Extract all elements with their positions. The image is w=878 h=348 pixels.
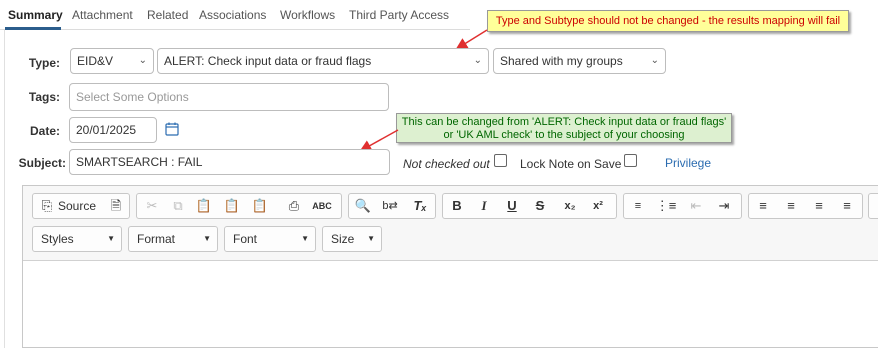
- paste-text-icon[interactable]: 📋: [221, 196, 243, 216]
- tags-label: Tags:: [28, 90, 60, 104]
- date-input[interactable]: 20/01/2025: [69, 117, 157, 143]
- subscript-icon[interactable]: x₂: [559, 196, 581, 216]
- indent-icon[interactable]: ⇥: [713, 196, 735, 216]
- styles-dropdown[interactable]: Styles ▼: [32, 226, 122, 252]
- justify-icon[interactable]: ≡: [836, 196, 858, 216]
- toolbar-group-lists: ≡ ⋮≡ ⇤ ⇥: [623, 193, 742, 219]
- not-checked-out-checkbox[interactable]: [494, 154, 507, 167]
- editor-toolbar: ⎘ Source 🗎 ✂ ⧉ 📋 📋 📋 ⎙ ABC 🔍 b⇄ Tₓ B I U…: [23, 186, 878, 261]
- chevron-down-icon: ⌄: [138, 55, 147, 66]
- bold-icon[interactable]: B: [446, 196, 468, 216]
- superscript-icon[interactable]: x²: [587, 196, 609, 216]
- subtype-select-value: ALERT: Check input data or fraud flags: [164, 54, 372, 68]
- tags-input[interactable]: Select Some Options: [69, 83, 389, 111]
- numbered-list-icon[interactable]: ≡: [627, 196, 649, 216]
- chevron-down-icon: ⌄: [650, 55, 659, 66]
- size-dropdown[interactable]: Size ▼: [322, 226, 382, 252]
- styles-dropdown-label: Styles: [41, 232, 74, 246]
- subject-input[interactable]: SMARTSEARCH : FAIL: [69, 149, 390, 175]
- remove-format-icon[interactable]: Tₓ: [409, 196, 431, 216]
- caret-down-icon: ▼: [107, 234, 115, 243]
- toolbar-group-clipboard: ✂ ⧉ 📋 📋 📋 ⎙ ABC: [136, 193, 342, 219]
- source-button[interactable]: Source: [58, 199, 96, 213]
- caret-down-icon: ▼: [367, 234, 375, 243]
- editor-content-area[interactable]: [23, 262, 878, 348]
- tags-placeholder: Select Some Options: [76, 90, 189, 104]
- subject-label: Subject:: [18, 156, 66, 170]
- subject-input-value: SMARTSEARCH : FAIL: [76, 155, 203, 169]
- replace-icon[interactable]: b⇄: [379, 196, 401, 216]
- source-icon: ⎘: [41, 198, 53, 213]
- type-select[interactable]: EID&V ⌄: [70, 48, 154, 74]
- format-dropdown-label: Format: [137, 232, 176, 246]
- find-icon[interactable]: 🔍: [352, 196, 374, 216]
- lock-note-checkbox[interactable]: [624, 154, 637, 167]
- underline-icon[interactable]: U: [501, 196, 523, 216]
- sharing-select-value: Shared with my groups: [500, 54, 623, 68]
- print-icon[interactable]: ⎙: [283, 196, 305, 216]
- size-dropdown-label: Size: [331, 232, 355, 246]
- type-label: Type:: [28, 56, 60, 70]
- new-page-icon[interactable]: 🗎: [105, 196, 127, 216]
- outdent-icon[interactable]: ⇤: [685, 196, 707, 216]
- info-arrow: [359, 129, 399, 152]
- italic-icon[interactable]: I: [473, 196, 495, 216]
- strikethrough-icon[interactable]: S: [529, 196, 551, 216]
- font-dropdown-label: Font: [233, 232, 258, 246]
- rich-text-editor: ⎘ Source 🗎 ✂ ⧉ 📋 📋 📋 ⎙ ABC 🔍 b⇄ Tₓ B I U…: [22, 185, 878, 348]
- caret-down-icon: ▼: [301, 234, 309, 243]
- paste-word-icon[interactable]: 📋: [249, 196, 271, 216]
- align-right-icon[interactable]: ≡: [808, 196, 830, 216]
- toolbar-group-find: 🔍 b⇄ Tₓ: [348, 193, 436, 219]
- subtype-select[interactable]: ALERT: Check input data or fraud flags ⌄: [157, 48, 489, 74]
- toolbar-group-document: ⎘ Source 🗎: [32, 193, 130, 219]
- copy-icon[interactable]: ⧉: [167, 196, 189, 216]
- cut-icon[interactable]: ✂: [141, 196, 163, 216]
- warning-arrow: [455, 29, 488, 50]
- paste-icon[interactable]: 📋: [193, 196, 215, 216]
- calendar-icon[interactable]: [165, 122, 179, 136]
- toolbar-group-align: ≡ ≡ ≡ ≡: [748, 193, 863, 219]
- format-dropdown[interactable]: Format ▼: [128, 226, 218, 252]
- sharing-select[interactable]: Shared with my groups ⌄: [493, 48, 666, 74]
- font-dropdown[interactable]: Font ▼: [224, 226, 316, 252]
- spellcheck-icon[interactable]: ABC: [311, 196, 333, 216]
- type-select-value: EID&V: [77, 54, 114, 68]
- caret-down-icon: ▼: [203, 234, 211, 243]
- date-input-value: 20/01/2025: [76, 123, 137, 137]
- not-checked-out-text: Not checked out: [403, 157, 490, 171]
- align-left-icon[interactable]: ≡: [752, 196, 774, 216]
- toolbar-group-more: [868, 193, 878, 219]
- privilege-link[interactable]: Privilege: [665, 156, 711, 170]
- toolbar-group-basicstyles: B I U S x₂ x²: [442, 193, 617, 219]
- align-center-icon[interactable]: ≡: [780, 196, 802, 216]
- chevron-down-icon: ⌄: [473, 55, 482, 66]
- bulleted-list-icon[interactable]: ⋮≡: [655, 196, 677, 216]
- lock-note-label: Lock Note on Save: [520, 157, 622, 171]
- date-label: Date:: [29, 124, 60, 138]
